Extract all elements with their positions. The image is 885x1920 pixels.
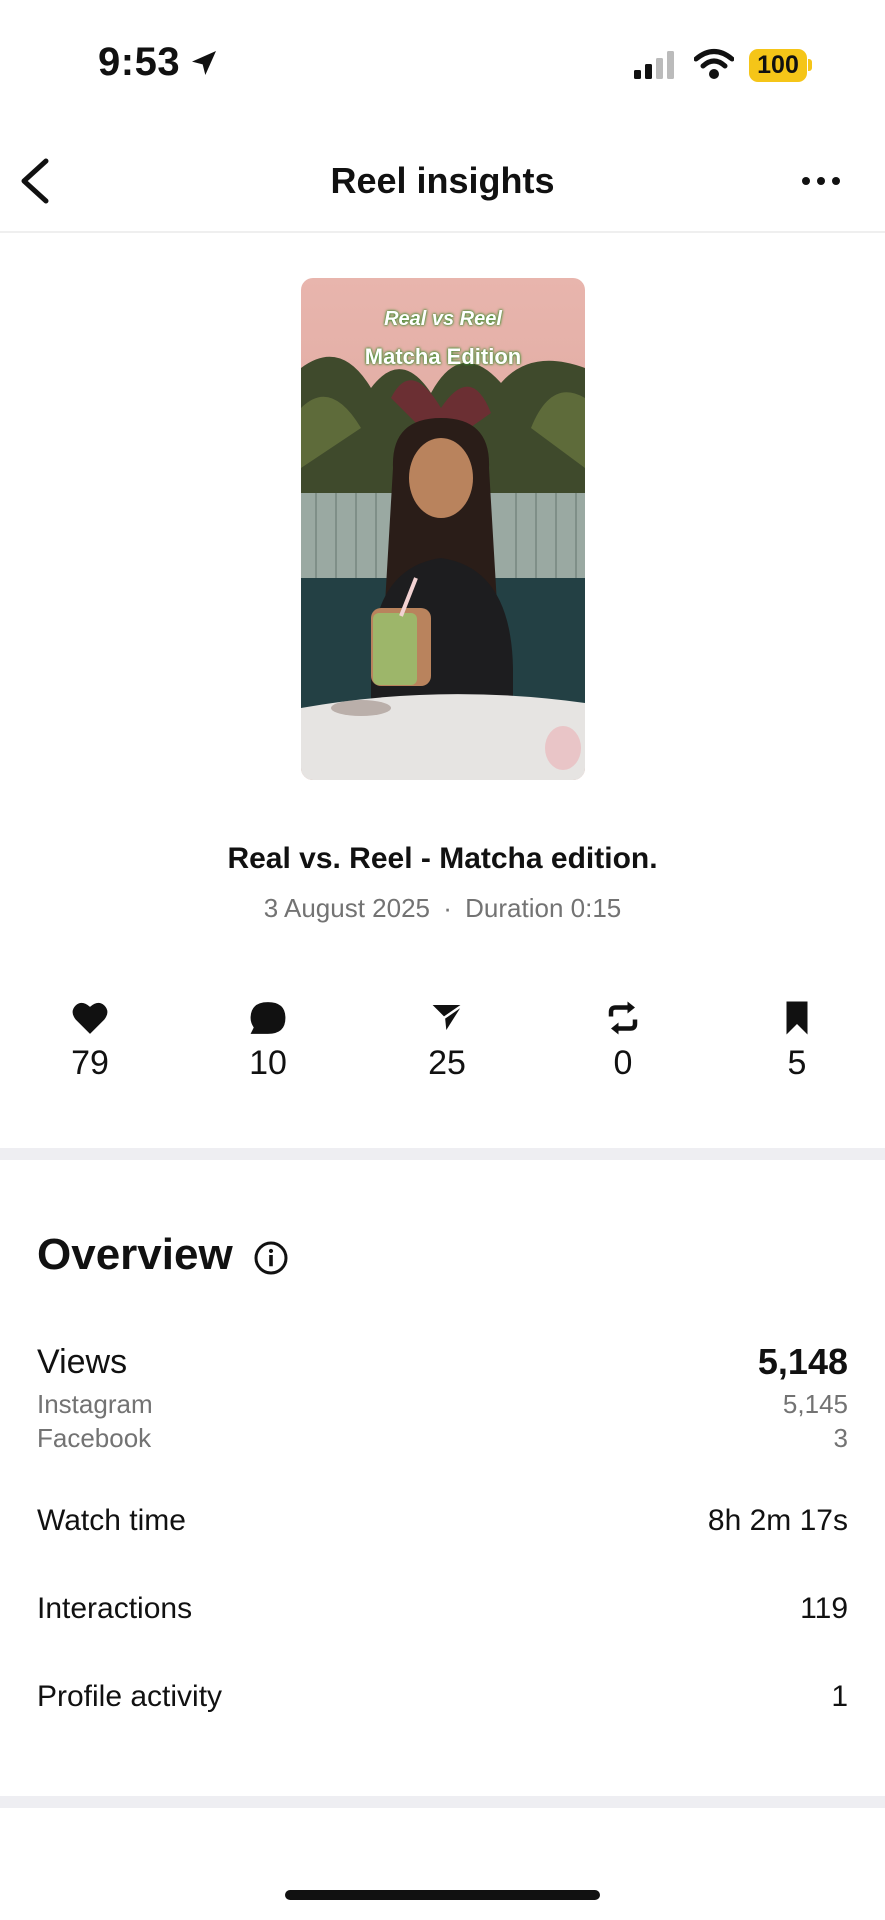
info-icon[interactable]	[253, 1240, 289, 1276]
watch-time-value: 8h 2m 17s	[707, 1504, 848, 1537]
profile-activity-label: Profile activity	[37, 1680, 223, 1713]
page-title: Reel insights	[330, 160, 555, 201]
reel-thumbnail[interactable]: Real vs Reel Matcha Edition	[301, 278, 585, 780]
instagram-views-label: Instagram	[37, 1389, 153, 1419]
shares-count: 25	[428, 1044, 466, 1082]
wifi-icon	[694, 49, 734, 79]
share-icon	[428, 1002, 466, 1036]
interactions-label: Interactions	[37, 1592, 193, 1625]
bookmark-icon	[786, 1001, 808, 1035]
more-options-button[interactable]	[796, 166, 846, 196]
thumbnail-caption-line1: Real vs Reel	[384, 308, 502, 330]
status-time: 9:53	[98, 40, 181, 84]
battery-nub	[808, 59, 812, 71]
overview-title: Overview	[37, 1230, 233, 1279]
meta-separator: ·	[443, 893, 452, 923]
profile-activity-value: 1	[831, 1680, 848, 1713]
watch-time-label: Watch time	[37, 1504, 186, 1537]
views-value: 5,148	[757, 1341, 848, 1382]
heart-icon	[72, 1002, 108, 1034]
cellular-signal-icon	[634, 51, 674, 79]
header-divider	[0, 231, 885, 233]
facebook-views-value: 3	[833, 1423, 848, 1453]
saves-count: 5	[787, 1044, 807, 1082]
repost-icon	[608, 1001, 638, 1035]
comment-icon	[250, 1002, 286, 1034]
comments-count: 10	[249, 1044, 287, 1082]
likes-stat: 79	[30, 1000, 150, 1083]
reel-duration: Duration 0:15	[465, 893, 622, 923]
reposts-count: 0	[613, 1044, 633, 1082]
comments-stat: 10	[208, 1000, 328, 1083]
interactions-value: 119	[800, 1592, 848, 1625]
reel-title: Real vs. Reel - Matcha edition.	[227, 842, 658, 875]
instagram-views-value: 5,145	[782, 1389, 848, 1419]
shares-stat: 25	[387, 1000, 507, 1083]
reposts-stat: 0	[563, 1000, 683, 1083]
home-indicator	[285, 1890, 600, 1900]
likes-count: 79	[71, 1044, 109, 1082]
section-divider	[0, 1148, 885, 1160]
location-arrow-icon	[192, 51, 216, 75]
reel-date: 3 August 2025	[263, 893, 430, 923]
saves-stat: 5	[737, 1000, 857, 1083]
facebook-views-label: Facebook	[37, 1423, 152, 1453]
battery-indicator: 100	[749, 49, 807, 82]
thumbnail-caption-line2: Matcha Edition	[364, 344, 522, 369]
views-label: Views	[37, 1343, 128, 1381]
section-divider-bottom	[0, 1796, 885, 1808]
reel-meta: 3 August 2025 · Duration 0:15	[0, 893, 885, 924]
